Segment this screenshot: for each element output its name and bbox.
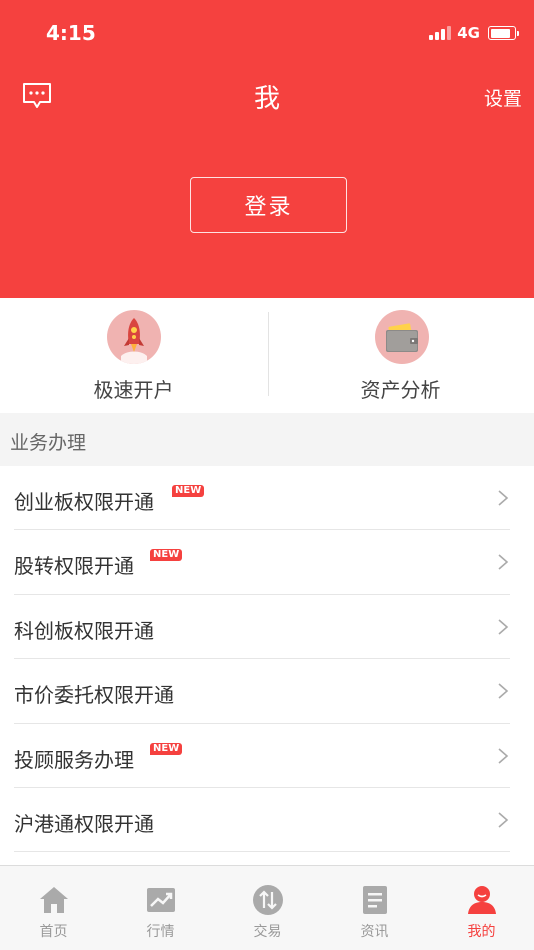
page-title: 我 xyxy=(253,84,280,114)
menu-item-chinext[interactable]: 创业板权限开通 NEW xyxy=(14,466,510,531)
tab-label: 我的 xyxy=(467,924,496,940)
rocket-icon xyxy=(107,310,161,364)
tab-market[interactable]: 行情 xyxy=(107,866,214,950)
chevron-right-icon xyxy=(498,490,509,506)
chevron-right-icon xyxy=(498,683,509,699)
section-header: 业务办理 xyxy=(0,413,534,466)
home-icon xyxy=(40,887,68,913)
menu-item-neeq[interactable]: 股转权限开通 NEW xyxy=(14,530,510,595)
user-icon xyxy=(468,886,496,914)
settings-button[interactable]: 设置 xyxy=(484,84,522,111)
exchange-icon xyxy=(253,885,283,915)
quick-action-asset-analysis[interactable]: 资产分析 xyxy=(267,298,534,413)
status-indicators: 4G xyxy=(429,24,519,42)
tab-news[interactable]: 资讯 xyxy=(321,866,428,950)
tab-label: 交易 xyxy=(253,924,282,940)
chart-icon xyxy=(147,888,175,912)
status-time: 4:15 xyxy=(46,21,96,45)
new-badge: NEW xyxy=(150,549,183,562)
chevron-right-icon xyxy=(498,812,509,828)
quick-action-label: 资产分析 xyxy=(360,378,441,402)
chevron-right-icon xyxy=(498,747,509,764)
signal-icon xyxy=(429,26,452,40)
tab-home[interactable]: 首页 xyxy=(0,866,107,950)
menu-item-label: 沪港通权限开通 xyxy=(14,811,154,836)
network-type: 4G xyxy=(457,24,480,42)
tab-label: 首页 xyxy=(39,924,68,940)
menu-item-label: 股转权限开通 xyxy=(14,554,134,579)
menu-item-market-order[interactable]: 市价委托权限开通 xyxy=(14,659,510,724)
menu-item-label: 科创板权限开通 xyxy=(14,618,154,643)
menu-item-star-market[interactable]: 科创板权限开通 xyxy=(14,594,510,660)
menu-item-label: 创业板权限开通 xyxy=(14,490,154,514)
menu-item-advisory[interactable]: 投顾服务办理 NEW xyxy=(14,723,510,788)
news-icon xyxy=(363,886,387,914)
menu-item-label: 市价委托权限开通 xyxy=(14,683,174,708)
profile-header: 4:15 4G 我 设置 登录 xyxy=(0,0,534,298)
quick-actions: 极速开户 资产分析 xyxy=(0,298,534,413)
business-menu: 创业板权限开通 NEW 股转权限开通 NEW 科创板权限开通 市价委托权限开通 … xyxy=(0,466,534,853)
tab-bar: 首页 行情 交易 资讯 我的 xyxy=(0,865,534,950)
new-badge: NEW xyxy=(172,485,205,497)
new-badge: NEW xyxy=(150,742,183,755)
chevron-right-icon xyxy=(498,554,509,570)
menu-item-hk-connect[interactable]: 沪港通权限开通 xyxy=(14,787,510,853)
battery-icon xyxy=(488,26,519,40)
tab-trade[interactable]: 交易 xyxy=(214,866,321,950)
menu-item-label: 投顾服务办理 xyxy=(14,747,134,772)
tab-label: 行情 xyxy=(146,924,175,940)
quick-action-open-account[interactable]: 极速开户 xyxy=(0,298,267,413)
quick-action-label: 极速开户 xyxy=(93,378,174,402)
wallet-icon xyxy=(375,310,429,364)
tab-label: 资讯 xyxy=(360,924,389,940)
login-button[interactable]: 登录 xyxy=(190,177,347,233)
section-title: 业务办理 xyxy=(10,432,87,454)
tab-profile[interactable]: 我的 xyxy=(428,866,534,950)
chevron-right-icon xyxy=(498,619,509,635)
